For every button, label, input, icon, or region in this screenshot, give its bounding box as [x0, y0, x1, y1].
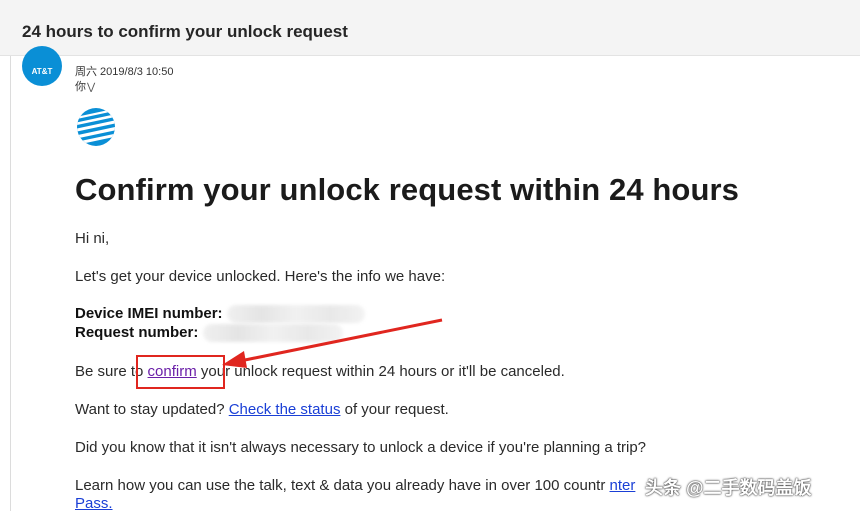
pass-line: Pass. [75, 495, 113, 512]
sender-avatar[interactable]: AT&T [22, 46, 62, 86]
email-date: 周六 2019/8/3 10:50 [75, 66, 174, 78]
confirm-suffix: your unlock request within 24 hours or i… [196, 363, 565, 380]
pass-link[interactable]: Pass. [75, 495, 113, 512]
watermark: 头条 @二手数码盖饭 [645, 478, 812, 498]
learn-text: Learn how you can use the talk, text & d… [75, 477, 606, 494]
imei-row: Device IMEI number: [75, 305, 365, 324]
recipient-line[interactable]: 你⋁ [75, 78, 95, 94]
status-paragraph: Want to stay updated? Check the status o… [75, 401, 449, 418]
greeting: Hi ni, [75, 230, 110, 247]
sender-avatar-text: AT&T [31, 67, 53, 76]
imei-label: Device IMEI number: [75, 305, 223, 322]
redacted-request-number [202, 324, 343, 343]
email-subject: 24 hours to confirm your unlock request [22, 22, 348, 41]
international-link[interactable]: nter [610, 477, 636, 494]
chevron-double-down-icon[interactable]: ⋁ [87, 82, 95, 93]
check-status-link[interactable]: Check the status [229, 401, 341, 418]
redacted-imei [226, 305, 365, 324]
recipient: 你 [75, 81, 86, 93]
thread-rail [10, 56, 11, 511]
email-heading: Confirm your unlock request within 24 ho… [75, 172, 739, 207]
trip-paragraph: Did you know that it isn't always necess… [75, 439, 647, 456]
learn-paragraph: Learn how you can use the talk, text & d… [75, 477, 635, 494]
request-label: Request number: [75, 324, 199, 341]
annotation-box [136, 355, 225, 389]
att-globe-logo [77, 108, 115, 146]
subject-bar: 24 hours to confirm your unlock request [0, 0, 860, 56]
status-suffix: of your request. [340, 401, 449, 418]
request-row: Request number: [75, 324, 343, 343]
status-prefix: Want to stay updated? [75, 401, 229, 418]
intro-text: Let's get your device unlocked. Here's t… [75, 268, 446, 285]
